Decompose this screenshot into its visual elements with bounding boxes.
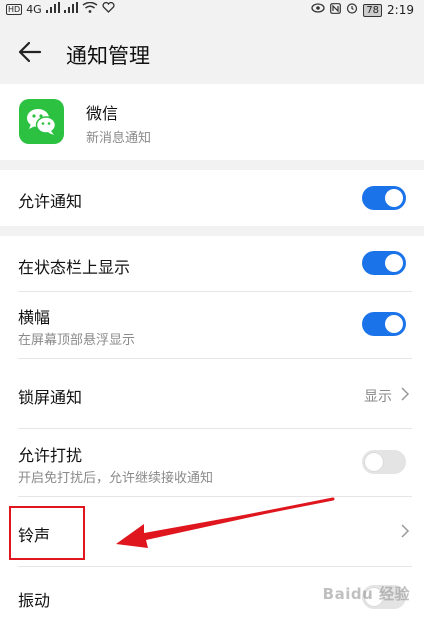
clock-time: 2:19 <box>387 3 414 17</box>
lock-screen-row[interactable]: 锁屏通知 显示 <box>0 359 424 427</box>
back-arrow-icon[interactable] <box>16 38 44 66</box>
dnd-subtitle: 开启免打扰后，允许继续接收通知 <box>18 471 214 486</box>
allow-notifications-label: 允许通知 <box>18 192 83 211</box>
wifi-icon <box>82 1 98 17</box>
allow-notifications-card: 允许通知 <box>0 170 424 226</box>
banner-subtitle: 在屏幕顶部悬浮显示 <box>18 333 136 348</box>
hd-badge: HD <box>6 4 23 15</box>
vibration-label: 振动 <box>18 591 51 610</box>
banner-row[interactable]: 横幅 在屏幕顶部悬浮显示 <box>0 292 424 358</box>
lock-screen-label: 锁屏通知 <box>18 388 83 407</box>
toggle-knob <box>365 453 383 471</box>
nfc-icon <box>330 2 342 18</box>
eye-icon <box>311 3 325 17</box>
status-bar-display-row[interactable]: 在状态栏上显示 <box>0 236 424 291</box>
heart-icon <box>102 1 115 17</box>
chevron-right-icon <box>400 523 410 539</box>
dnd-toggle[interactable] <box>362 450 406 474</box>
notification-settings-card: 在状态栏上显示 横幅 在屏幕顶部悬浮显示 锁屏通知 显示 允许打扰 开启免打扰后… <box>0 236 424 632</box>
status-bar-display-toggle[interactable] <box>362 251 406 275</box>
allow-notifications-toggle[interactable] <box>362 186 406 210</box>
battery-level: 78 <box>363 3 383 17</box>
network-type: 4G <box>26 2 42 16</box>
toggle-knob <box>385 254 403 272</box>
baidu-watermark: Baidu 经验 <box>322 585 410 603</box>
app-subtitle: 新消息通知 <box>86 131 152 146</box>
alarm-icon <box>346 2 358 18</box>
signal-icon <box>45 2 60 17</box>
allow-notifications-row[interactable]: 允许通知 <box>0 170 424 226</box>
signal-icon-2 <box>63 2 78 17</box>
chevron-right-icon <box>400 386 410 402</box>
page-title: 通知管理 <box>66 44 150 68</box>
app-name: 微信 <box>86 104 119 123</box>
banner-toggle[interactable] <box>362 312 406 336</box>
status-right: 78 2:19 <box>311 2 414 18</box>
dnd-row[interactable]: 允许打扰 开启免打扰后，允许继续接收通知 <box>0 429 424 495</box>
lock-screen-value: 显示 <box>364 389 392 405</box>
app-info-card: 微信 新消息通知 <box>0 84 424 160</box>
dnd-label: 允许打扰 <box>18 446 83 465</box>
wechat-logo-icon <box>19 99 64 144</box>
header: 通知管理 <box>0 18 424 84</box>
status-bar-display-label: 在状态栏上显示 <box>18 258 131 277</box>
ringtone-label: 铃声 <box>18 526 51 545</box>
toggle-knob <box>385 315 403 333</box>
status-bar: HD 4G 78 2:19 <box>0 0 424 18</box>
ringtone-row[interactable]: 铃声 <box>0 497 424 565</box>
banner-label: 横幅 <box>18 308 51 327</box>
toggle-knob <box>385 189 403 207</box>
status-left: HD 4G <box>6 1 115 17</box>
